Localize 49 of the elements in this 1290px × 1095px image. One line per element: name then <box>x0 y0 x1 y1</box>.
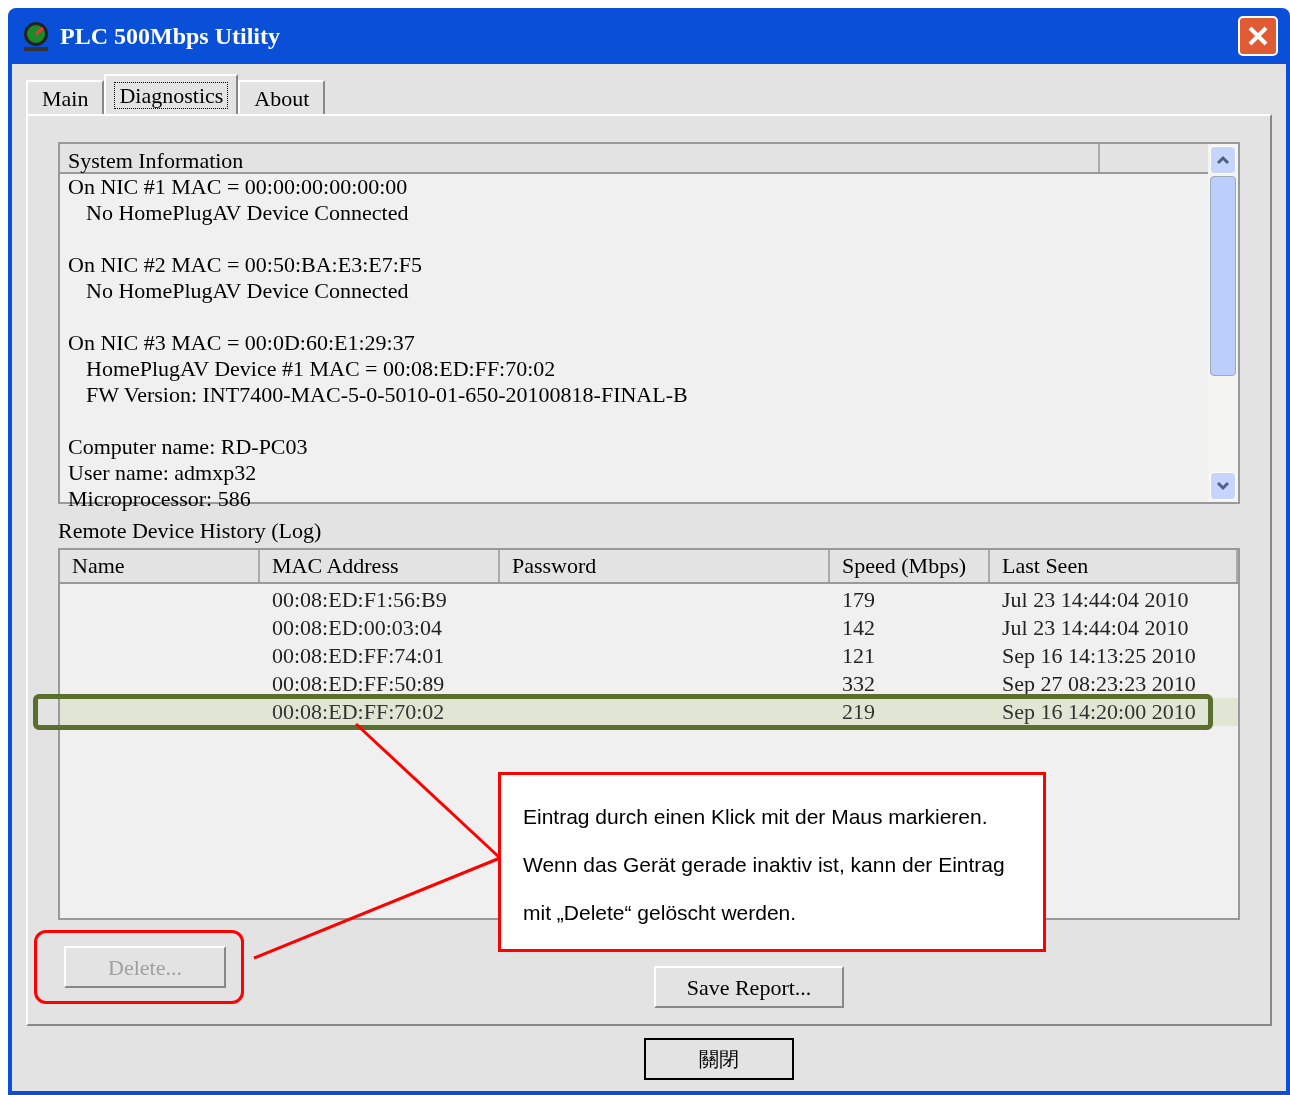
info-text: No HomePlugAV Device Connected <box>85 278 409 304</box>
scroll-thumb[interactable] <box>1210 176 1236 376</box>
speed-value: 179 <box>842 587 875 612</box>
column-header[interactable]: Last Seen <box>990 550 1238 582</box>
last-seen-time: Sep 16 14:20:00 2010 <box>1002 699 1196 724</box>
column-header[interactable]: Password <box>500 550 830 582</box>
info-text: FW Version: INT7400-MAC-5-0-5010-01-650-20100818-FINAL-B <box>85 382 688 408</box>
info-text: HomePlugAV Device #1 MAC = 00:08:ED:FF:70:02 <box>85 356 556 382</box>
tab[interactable]: Diagnostics <box>104 74 239 114</box>
callout-text: Eintrag durch einen Klick mit der Maus markieren. Wenn das Gerät gerade inaktiv ist, kann der Eintrag mit „Delete“ gelöscht werden. <box>523 805 1005 924</box>
log-row[interactable]: 00:08:ED:F1:56:B9 179 Jul 23 14:44:04 2010 <box>60 586 1238 614</box>
mac-address: 00:08:ED:00:03:04 <box>272 615 442 640</box>
tab[interactable]: About <box>238 80 326 114</box>
window-title: PLC 500Mbps Utility <box>60 22 280 51</box>
info-text: On NIC #3 MAC = 00:0D:60:E1:29:37 <box>68 330 415 356</box>
speed-value: 219 <box>842 699 875 724</box>
info-text: Microprocessor: 586 <box>68 486 251 512</box>
info-text: On NIC #1 MAC = 00:00:00:00:00:00 <box>68 174 408 200</box>
log-row[interactable]: 00:08:ED:FF:74:01 121 Sep 16 14:13:25 2010 <box>60 642 1238 670</box>
log-row[interactable]: 00:08:ED:FF:70:02 219 Sep 16 14:20:00 2010 <box>60 698 1238 726</box>
info-text: Computer name: RD-PC03 <box>68 434 308 460</box>
mac-address: 00:08:ED:F1:56:B9 <box>272 587 447 612</box>
speed-value: 332 <box>842 671 875 696</box>
save-report-button[interactable]: Save Report... <box>654 966 844 1008</box>
last-seen-time: Jul 23 14:44:04 2010 <box>1002 615 1189 640</box>
close-icon <box>1247 25 1269 47</box>
scrollbar[interactable] <box>1208 144 1238 502</box>
speed-value: 121 <box>842 643 875 668</box>
last-seen-time: Jul 23 14:44:04 2010 <box>1002 587 1189 612</box>
column-header[interactable]: MAC Address <box>260 550 500 582</box>
close-button[interactable] <box>1238 16 1278 56</box>
log-row[interactable]: 00:08:ED:00:03:04 142 Jul 23 14:44:04 2010 <box>60 614 1238 642</box>
dialog-close-button[interactable]: 關閉 <box>644 1038 794 1080</box>
speed-value: 142 <box>842 615 875 640</box>
log-row[interactable]: 00:08:ED:FF:50:89 332 Sep 27 08:23:23 2010 <box>60 670 1238 698</box>
info-text: User name: admxp32 <box>68 460 257 486</box>
column-header[interactable]: Speed (Mbps) <box>830 550 990 582</box>
scroll-up-icon[interactable] <box>1210 146 1236 174</box>
tab[interactable]: Main <box>26 80 105 114</box>
last-seen-time: Sep 27 08:23:23 2010 <box>1002 671 1196 696</box>
mac-address: 00:08:ED:FF:70:02 <box>272 699 445 724</box>
info-text: No HomePlugAV Device Connected <box>85 200 409 226</box>
mac-address: 00:08:ED:FF:74:01 <box>272 643 445 668</box>
scroll-down-icon[interactable] <box>1210 472 1236 500</box>
column-header[interactable]: Name <box>60 550 260 582</box>
mac-address: 00:08:ED:FF:50:89 <box>272 671 445 696</box>
last-seen-time: Sep 16 14:13:25 2010 <box>1002 643 1196 668</box>
log-label: Remote Device History (Log) <box>58 517 323 545</box>
info-text: On NIC #2 MAC = 00:50:BA:E3:E7:F5 <box>68 252 423 278</box>
